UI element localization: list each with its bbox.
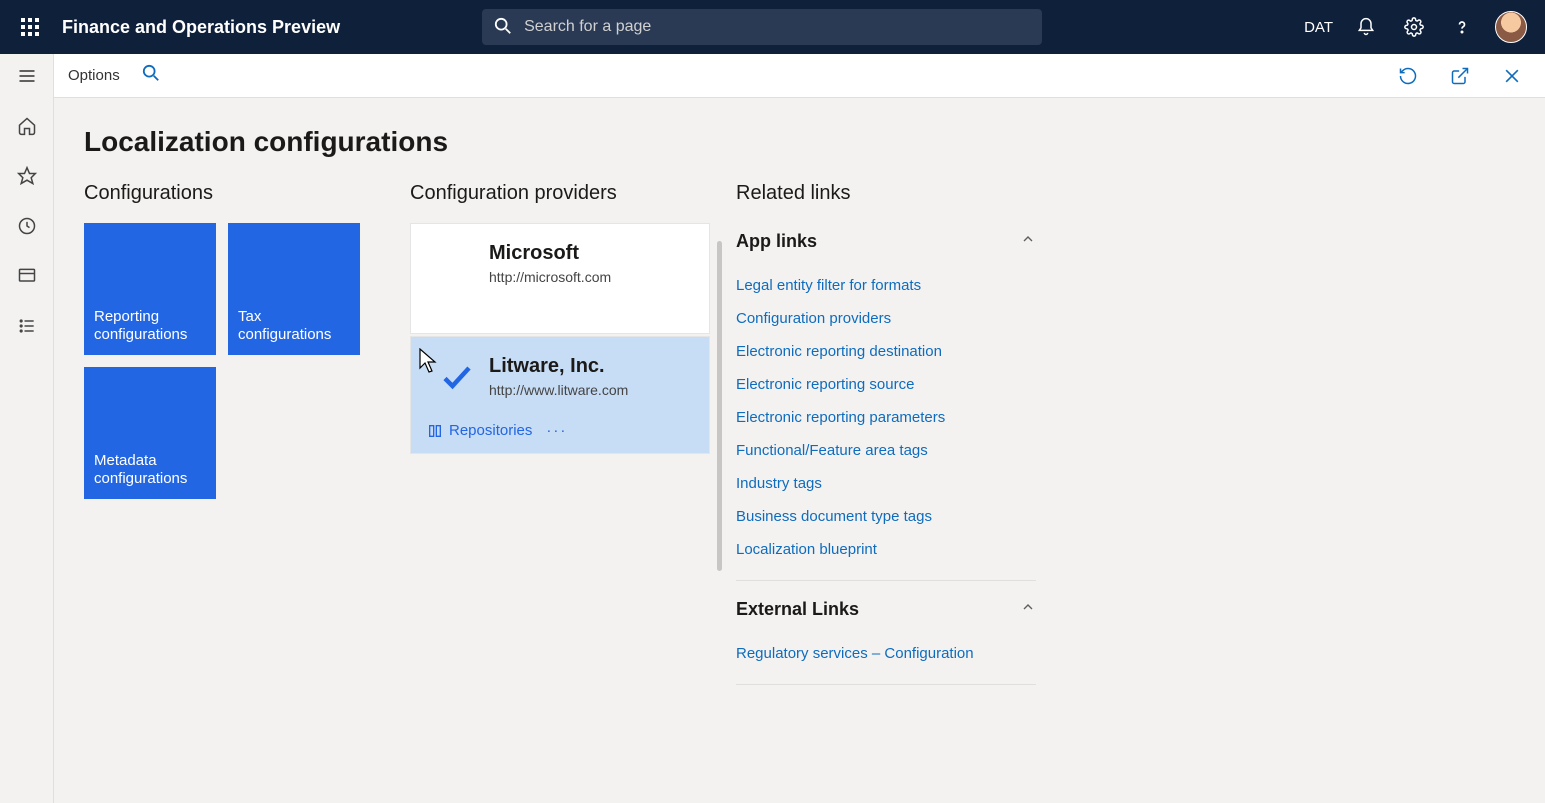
gear-icon[interactable] [1399,12,1429,42]
header-right: DAT [1304,11,1527,43]
notifications-icon[interactable] [1351,12,1381,42]
provider-url: http://microsoft.com [489,269,611,285]
favorites-icon[interactable] [15,164,39,188]
providers-col: Configuration providers Microsoft http:/… [410,182,710,695]
legal-entity[interactable]: DAT [1304,19,1333,36]
check-icon [437,355,477,398]
tile-label: Reporting configurations [94,308,206,346]
link-item[interactable]: Electronic reporting source [736,368,1036,401]
link-item[interactable]: Electronic reporting destination [736,335,1036,368]
external-links-header[interactable]: External Links [736,591,1036,629]
link-item[interactable]: Industry tags [736,467,1036,500]
close-icon[interactable] [1497,61,1527,91]
top-bar: Finance and Operations Preview DAT [0,0,1545,54]
modules-icon[interactable] [15,314,39,338]
popout-icon[interactable] [1445,61,1475,91]
configurations-header: Configurations [84,182,384,205]
page-search-icon[interactable] [142,64,160,87]
link-item[interactable]: Functional/Feature area tags [736,434,1036,467]
tile-label: Metadata configurations [94,452,206,490]
external-links-title: External Links [736,599,859,620]
related-header: Related links [736,182,1036,205]
nav-rail [0,54,54,803]
hamburger-icon[interactable] [15,64,39,88]
options-button[interactable]: Options [68,67,120,84]
action-bar: Options [54,54,1545,98]
chevron-up-icon [1020,599,1036,620]
providers-list: Microsoft http://microsoft.com [410,223,710,454]
link-item[interactable]: Regulatory services – Configuration [736,637,1036,670]
link-item[interactable]: Configuration providers [736,302,1036,335]
configurations-col: Configurations Reporting configurations … [84,182,384,695]
providers-header: Configuration providers [410,182,710,205]
more-icon[interactable]: ··· [546,422,567,439]
provider-url: http://www.litware.com [489,382,628,398]
tile-reporting-configurations[interactable]: Reporting configurations [84,223,216,355]
link-item[interactable]: Legal entity filter for formats [736,269,1036,302]
app-links-list: Legal entity filter for formats Configur… [736,261,1036,581]
help-icon[interactable] [1447,12,1477,42]
search-input[interactable] [482,9,1042,45]
search-wrap [482,9,1042,45]
configurations-tiles: Reporting configurations Tax configurati… [84,223,384,499]
app-links-title: App links [736,231,817,252]
tile-label: Tax configurations [238,308,350,346]
refresh-icon[interactable] [1393,61,1423,91]
app-launcher-icon[interactable] [8,5,52,49]
repositories-label: Repositories [449,422,532,439]
tile-tax-configurations[interactable]: Tax configurations [228,223,360,355]
tile-metadata-configurations[interactable]: Metadata configurations [84,367,216,499]
provider-name: Microsoft [489,242,611,265]
home-icon[interactable] [15,114,39,138]
provider-card-microsoft[interactable]: Microsoft http://microsoft.com [410,223,710,334]
avatar[interactable] [1495,11,1527,43]
chevron-up-icon [1020,231,1036,252]
search-icon [494,17,512,40]
main: Options Localization configurations [54,54,1545,803]
recent-icon[interactable] [15,214,39,238]
workspaces-icon[interactable] [15,264,39,288]
link-item[interactable]: Business document type tags [736,500,1036,533]
app-title: Finance and Operations Preview [62,17,340,38]
scrollbar[interactable] [717,241,722,571]
external-links-list: Regulatory services – Configuration [736,629,1036,685]
content: Localization configurations Configuratio… [54,98,1545,803]
repositories-button[interactable]: Repositories [427,422,532,439]
provider-card-litware[interactable]: Litware, Inc. http://www.litware.com Rep… [410,336,710,454]
page-title: Localization configurations [84,126,1515,158]
link-item[interactable]: Localization blueprint [736,533,1036,566]
app-links-header[interactable]: App links [736,223,1036,261]
link-item[interactable]: Electronic reporting parameters [736,401,1036,434]
related-col: Related links App links Legal entity fil… [736,182,1036,695]
provider-name: Litware, Inc. [489,355,628,378]
